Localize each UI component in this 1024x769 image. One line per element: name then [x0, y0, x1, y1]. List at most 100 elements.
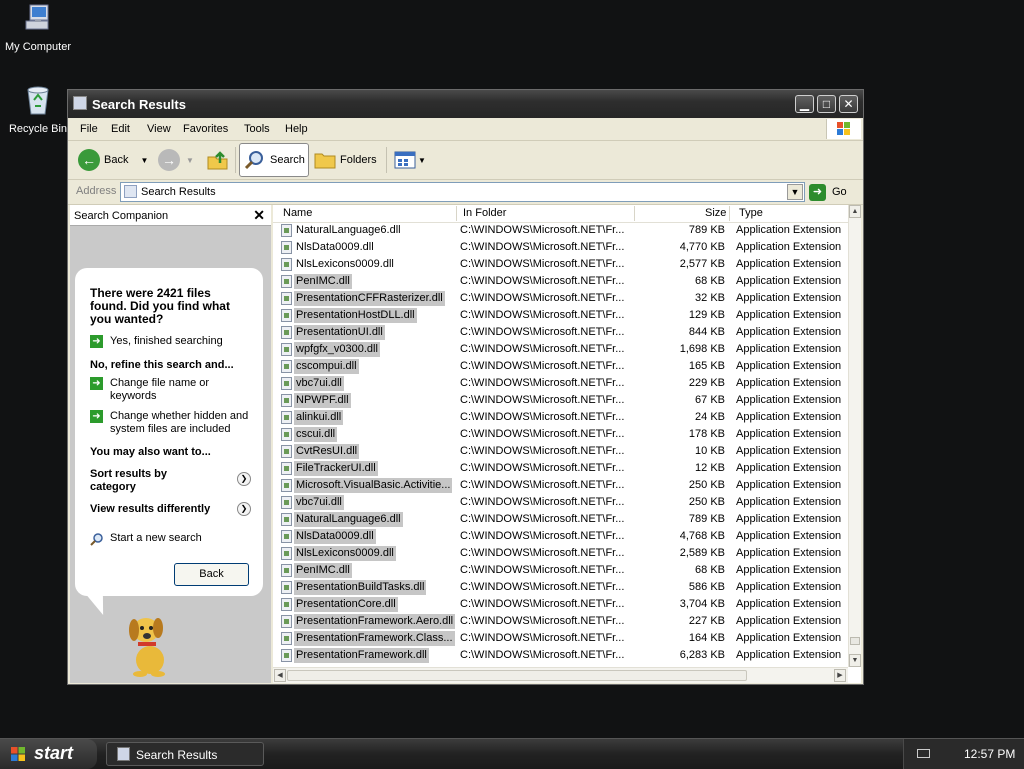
view-differently-link[interactable]: View results differently — [90, 503, 230, 516]
table-row[interactable]: Microsoft.VisualBasic.Activitie... C:\WIN… — [273, 477, 848, 494]
file-folder: C:\WINDOWS\Microsoft.NET\Fr... — [460, 360, 625, 372]
search-dog-icon[interactable] — [120, 610, 178, 678]
column-divider[interactable] — [729, 206, 730, 221]
table-row[interactable]: NaturalLanguage6.dll C:\WINDOWS\Microsoft… — [273, 222, 848, 239]
table-row[interactable]: PenIMC.dll C:\WINDOWS\Microsoft.NET\Fr...… — [273, 273, 848, 290]
column-in-folder[interactable]: In Folder — [463, 207, 506, 219]
windows-flag-icon — [11, 747, 25, 761]
column-name[interactable]: Name — [283, 207, 312, 219]
back-dropdown-icon[interactable]: ▼ — [140, 156, 148, 165]
file-type: Application Extension — [736, 224, 842, 236]
dll-file-icon — [281, 224, 292, 237]
table-row[interactable]: FileTrackerUI.dll C:\WINDOWS\Microsoft.NE… — [273, 460, 848, 477]
change-hidden-link[interactable]: ➜ Change whether hidden and system files… — [90, 410, 255, 436]
column-type[interactable]: Type — [739, 207, 763, 219]
file-folder: C:\WINDOWS\Microsoft.NET\Fr... — [460, 462, 625, 474]
views-dropdown-icon: ▼ — [418, 155, 426, 165]
table-row[interactable]: PresentationFramework.dll C:\WINDOWS\Micr… — [273, 647, 848, 664]
windows-logo-icon — [826, 119, 861, 139]
minimize-button[interactable]: ▁ — [795, 95, 814, 113]
table-row[interactable]: NaturalLanguage6.dll C:\WINDOWS\Microsoft… — [273, 511, 848, 528]
start-button[interactable]: start — [0, 739, 97, 769]
table-row[interactable]: wpfgfx_v0300.dll C:\WINDOWS\Microsoft.NET… — [273, 341, 848, 358]
desktop-icon-my-computer[interactable]: My Computer — [0, 2, 78, 53]
table-row[interactable]: NlsData0009.dll C:\WINDOWS\Microsoft.NET\… — [273, 528, 848, 545]
folders-button[interactable]: Folders — [314, 143, 377, 177]
keyboard-icon[interactable] — [917, 749, 930, 758]
desktop-icon-label: My Computer — [4, 41, 72, 53]
sort-results-link[interactable]: Sort results by category — [90, 468, 200, 494]
table-row[interactable]: NPWPF.dll C:\WINDOWS\Microsoft.NET\Fr... 6… — [273, 392, 848, 409]
file-folder: C:\WINDOWS\Microsoft.NET\Fr... — [460, 377, 625, 389]
address-input[interactable]: Search Results ▼ — [120, 182, 805, 202]
yes-finished-link[interactable]: ➜ Yes, finished searching — [90, 335, 223, 348]
close-icon[interactable]: ✕ — [253, 207, 265, 224]
table-row[interactable]: CvtResUI.dll C:\WINDOWS\Microsoft.NET\Fr.… — [273, 443, 848, 460]
file-name: PresentationCFFRasterizer.dll — [294, 291, 445, 306]
go-button[interactable]: ➜ Go — [809, 182, 847, 202]
table-row[interactable]: vbc7ui.dll C:\WINDOWS\Microsoft.NET\Fr...… — [273, 375, 848, 392]
vertical-scrollbar[interactable]: ▲ ▼ — [848, 205, 861, 667]
menu-help[interactable]: Help — [285, 123, 308, 135]
close-button[interactable]: ✕ — [839, 95, 858, 113]
file-size: 32 KB — [695, 292, 725, 304]
menu-file[interactable]: File — [80, 123, 98, 135]
table-row[interactable]: PresentationFramework.Class... C:\WINDOWS… — [273, 630, 848, 647]
taskbar-item-search-results[interactable]: Search Results — [106, 742, 264, 766]
new-search-link[interactable]: Start a new search — [90, 532, 202, 546]
horizontal-scrollbar[interactable]: ◀ ▶ — [273, 667, 848, 683]
table-row[interactable]: PresentationBuildTasks.dll C:\WINDOWS\Mic… — [273, 579, 848, 596]
file-type: Application Extension — [736, 343, 842, 355]
table-row[interactable]: PresentationCFFRasterizer.dll C:\WINDOWS\… — [273, 290, 848, 307]
file-type: Application Extension — [736, 547, 842, 559]
companion-back-button[interactable]: Back — [174, 563, 249, 586]
address-dropdown-icon[interactable]: ▼ — [787, 184, 803, 200]
file-size: 129 KB — [688, 309, 725, 321]
table-row[interactable]: NlsLexicons0009.dll C:\WINDOWS\Microsoft.… — [273, 545, 848, 562]
table-row[interactable]: PenIMC.dll C:\WINDOWS\Microsoft.NET\Fr...… — [273, 562, 848, 579]
maximize-button[interactable]: □ — [817, 95, 836, 113]
file-type: Application Extension — [736, 615, 842, 627]
chevron-down-icon[interactable]: ❯ — [237, 472, 251, 486]
table-row[interactable]: PresentationUI.dll C:\WINDOWS\Microsoft.N… — [273, 324, 848, 341]
dll-file-icon — [281, 309, 292, 322]
menu-view[interactable]: View — [147, 123, 171, 135]
clock[interactable]: 12:57 PM — [964, 747, 1015, 761]
title-bar[interactable]: Search Results ▁ □ ✕ — [68, 90, 863, 118]
table-row[interactable]: NlsData0009.dll C:\WINDOWS\Microsoft.NET\… — [273, 239, 848, 256]
forward-dropdown-icon[interactable]: ▼ — [186, 156, 194, 165]
dll-file-icon — [281, 547, 292, 560]
dll-file-icon — [281, 343, 292, 356]
column-divider[interactable] — [456, 206, 457, 221]
scroll-up-icon[interactable]: ▲ — [849, 205, 861, 218]
search-results-window: Search Results ▁ □ ✕ File Edit View Favo… — [67, 89, 864, 685]
table-row[interactable]: PresentationHostDLL.dll C:\WINDOWS\Micros… — [273, 307, 848, 324]
menu-tools[interactable]: Tools — [244, 123, 270, 135]
scroll-thumb[interactable] — [850, 637, 860, 645]
file-size: 586 KB — [688, 581, 725, 593]
back-button[interactable]: ← Back ▼ — [78, 143, 148, 177]
menu-favorites[interactable]: Favorites — [183, 123, 228, 135]
search-button[interactable]: Search — [239, 143, 309, 177]
table-row[interactable]: NlsLexicons0009.dll C:\WINDOWS\Microsoft.… — [273, 256, 848, 273]
forward-button[interactable]: → ▼ — [158, 143, 194, 177]
scroll-right-icon[interactable]: ▶ — [834, 669, 846, 682]
table-row[interactable]: cscui.dll C:\WINDOWS\Microsoft.NET\Fr... 1… — [273, 426, 848, 443]
views-button[interactable]: ▼ — [394, 143, 426, 177]
table-row[interactable]: cscompui.dll C:\WINDOWS\Microsoft.NET\Fr.… — [273, 358, 848, 375]
change-name-link[interactable]: ➜ Change file name or keywords — [90, 377, 240, 403]
file-type: Application Extension — [736, 632, 842, 644]
up-folder-button[interactable] — [206, 143, 230, 177]
scroll-down-icon[interactable]: ▼ — [849, 654, 861, 667]
table-row[interactable]: PresentationCore.dll C:\WINDOWS\Microsoft… — [273, 596, 848, 613]
table-row[interactable]: PresentationFramework.Aero.dll C:\WINDOWS… — [273, 613, 848, 630]
file-name: PresentationUI.dll — [294, 325, 385, 340]
column-divider[interactable] — [634, 206, 635, 221]
table-row[interactable]: vbc7ui.dll C:\WINDOWS\Microsoft.NET\Fr...… — [273, 494, 848, 511]
menu-edit[interactable]: Edit — [111, 123, 130, 135]
horizontal-scroll-thumb[interactable] — [287, 670, 747, 681]
scroll-left-icon[interactable]: ◀ — [274, 669, 286, 682]
column-size[interactable]: Size — [705, 207, 726, 219]
chevron-down-icon[interactable]: ❯ — [237, 502, 251, 516]
table-row[interactable]: alinkui.dll C:\WINDOWS\Microsoft.NET\Fr..… — [273, 409, 848, 426]
